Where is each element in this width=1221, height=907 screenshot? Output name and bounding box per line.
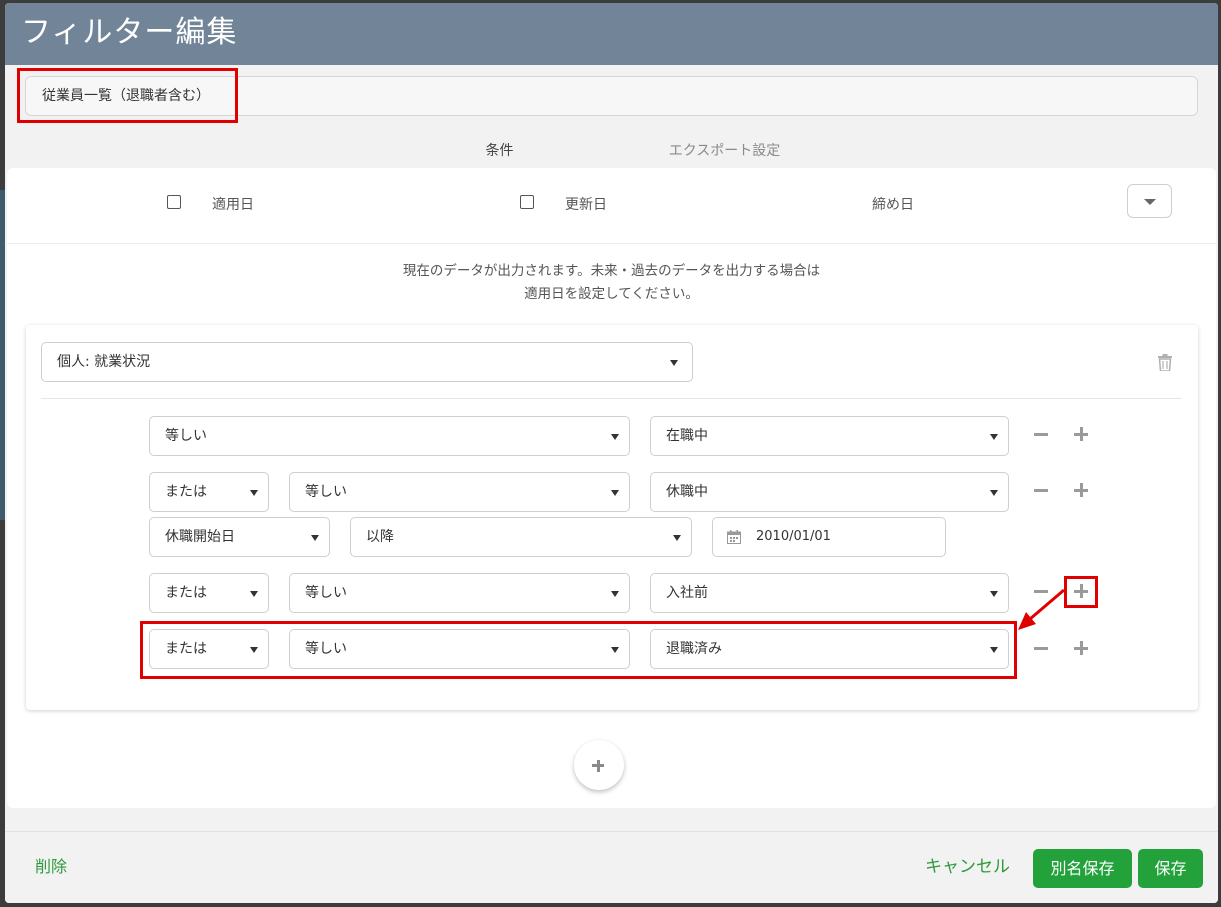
- caret-down-icon: [250, 647, 258, 653]
- value-select-value: 退職済み: [666, 641, 722, 657]
- sub-operator-value: 以降: [366, 529, 394, 545]
- update-date-checkbox[interactable]: [520, 195, 534, 209]
- caret-down-icon: [990, 490, 998, 496]
- caret-down-icon: [673, 535, 681, 541]
- sub-field-select[interactable]: 休職開始日: [149, 517, 330, 557]
- minus-icon[interactable]: [1033, 583, 1049, 599]
- field-select[interactable]: 個人: 就業状況: [41, 342, 693, 382]
- info-message: 現在のデータが出力されます。未来・過去のデータを出力する場合は 適用日を設定して…: [7, 260, 1216, 306]
- conjunction-value: または: [165, 484, 207, 500]
- modal-header: フィルター編集: [5, 3, 1218, 65]
- calendar-icon: [727, 530, 741, 544]
- caret-down-icon: [250, 591, 258, 597]
- modal-footer: 削除 キャンセル 別名保存 保存: [5, 831, 1218, 903]
- conjunction-select[interactable]: または: [149, 629, 269, 669]
- filter-edit-modal: フィルター編集 従業員一覧（退職者含む） 条件 エクスポート設定 適用日 更新日…: [5, 3, 1218, 903]
- conjunction-select[interactable]: または: [149, 472, 269, 512]
- apply-date-label: 適用日: [212, 197, 254, 213]
- date-input[interactable]: 2010/01/01: [712, 517, 946, 557]
- cancel-link[interactable]: キャンセル: [925, 855, 1010, 879]
- caret-down-icon: [1144, 199, 1156, 205]
- tab-export-settings[interactable]: エクスポート設定: [612, 133, 837, 170]
- conjunction-value: または: [165, 641, 207, 657]
- operator-select[interactable]: 等しい: [289, 629, 630, 669]
- expand-dropdown-button[interactable]: [1127, 184, 1172, 218]
- caret-down-icon: [990, 434, 998, 440]
- tab-bar: 条件 エクスポート設定: [5, 133, 1218, 171]
- minus-icon[interactable]: [1033, 426, 1049, 442]
- caret-down-icon: [611, 490, 619, 496]
- caret-down-icon: [670, 360, 678, 366]
- plus-icon[interactable]: [1073, 482, 1089, 498]
- conjunction-value: または: [165, 585, 207, 601]
- closing-date-label: 締め日: [872, 197, 914, 213]
- sub-field-value: 休職開始日: [165, 529, 235, 545]
- delete-link[interactable]: 削除: [35, 855, 67, 879]
- save-as-button[interactable]: 別名保存: [1033, 849, 1132, 888]
- modal-title: フィルター編集: [21, 15, 238, 50]
- apply-date-checkbox[interactable]: [167, 195, 181, 209]
- filter-name-input[interactable]: 従業員一覧（退職者含む）: [25, 76, 1198, 116]
- trash-icon[interactable]: [1158, 354, 1172, 371]
- operator-select[interactable]: 等しい: [289, 472, 630, 512]
- info-line-2: 適用日を設定してください。: [524, 286, 699, 302]
- operator-value: 等しい: [305, 484, 347, 500]
- caret-down-icon: [611, 591, 619, 597]
- sub-operator-select[interactable]: 以降: [350, 517, 692, 557]
- minus-icon[interactable]: [1033, 640, 1049, 656]
- conditions-panel: 適用日 更新日 締め日 現在のデータが出力されます。未来・過去のデータを出力する…: [7, 168, 1216, 808]
- plus-icon[interactable]: [1073, 640, 1089, 656]
- tab-conditions[interactable]: 条件: [387, 133, 612, 170]
- caret-down-icon: [611, 434, 619, 440]
- caret-down-icon: [311, 535, 319, 541]
- operator-select[interactable]: 等しい: [289, 573, 630, 613]
- value-select[interactable]: 休職中: [650, 472, 1009, 512]
- value-select-value: 入社前: [666, 585, 708, 601]
- value-select-value: 在職中: [666, 428, 708, 444]
- card-divider: [41, 398, 1182, 399]
- caret-down-icon: [250, 490, 258, 496]
- operator-value: 等しい: [305, 641, 347, 657]
- caret-down-icon: [990, 647, 998, 653]
- date-options-row: 適用日 更新日 締め日: [7, 168, 1216, 244]
- info-line-1: 現在のデータが出力されます。未来・過去のデータを出力する場合は: [402, 263, 821, 279]
- add-condition-group-button[interactable]: [574, 740, 624, 790]
- value-select-value: 休職中: [666, 484, 708, 500]
- plus-icon[interactable]: [1073, 426, 1089, 442]
- save-button[interactable]: 保存: [1138, 849, 1203, 888]
- value-select[interactable]: 在職中: [650, 416, 1009, 456]
- caret-down-icon: [611, 647, 619, 653]
- field-select-value: 個人: 就業状況: [57, 354, 151, 370]
- operator-value: 等しい: [305, 585, 347, 601]
- value-select[interactable]: 退職済み: [650, 629, 1009, 669]
- conjunction-select[interactable]: または: [149, 573, 269, 613]
- date-input-value: 2010/01/01: [756, 529, 831, 544]
- operator-select[interactable]: 等しい: [149, 416, 630, 456]
- plus-icon[interactable]: [1073, 583, 1089, 599]
- update-date-label: 更新日: [565, 197, 607, 213]
- caret-down-icon: [990, 591, 998, 597]
- condition-group-card: 個人: 就業状況 等しい 在職中 または 等しい 休職中 休職開始日 以降 20…: [26, 325, 1198, 710]
- value-select[interactable]: 入社前: [650, 573, 1009, 613]
- minus-icon[interactable]: [1033, 482, 1049, 498]
- operator-value: 等しい: [165, 428, 207, 444]
